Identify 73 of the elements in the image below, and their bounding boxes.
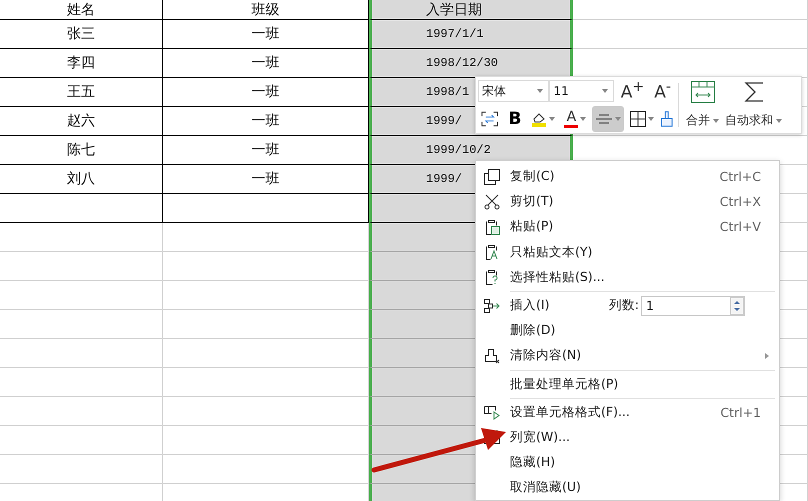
table-cell: 1998/12/30 bbox=[369, 49, 573, 78]
count-spinner[interactable]: 1 bbox=[641, 296, 745, 316]
caret-icon bbox=[537, 89, 544, 93]
insert-icon bbox=[484, 298, 500, 314]
menu-item[interactable]: 批量处理单元格(P) bbox=[476, 372, 779, 397]
menu-item[interactable]: 只粘贴文本(Y) bbox=[476, 240, 779, 265]
brush-icon[interactable] bbox=[660, 110, 674, 126]
eraser-icon bbox=[484, 348, 500, 364]
sigma-icon bbox=[744, 81, 764, 103]
caret-icon bbox=[549, 116, 556, 120]
table-cell: 张三 bbox=[0, 20, 163, 49]
caret-icon bbox=[648, 116, 654, 120]
clipboard-text-icon bbox=[484, 244, 500, 260]
table-cell: 李四 bbox=[0, 49, 163, 78]
caret-icon bbox=[713, 118, 719, 122]
menu-item-label: 批量处理单元格(P) bbox=[510, 376, 620, 393]
column-header: 姓名 bbox=[0, 0, 163, 20]
grow-font-button[interactable]: A$^{+}$ bbox=[618, 80, 648, 102]
menu-item[interactable]: 取消隐藏(U) bbox=[476, 475, 779, 500]
copy-icon bbox=[484, 168, 500, 185]
menu-item[interactable]: 删除(D) bbox=[476, 318, 779, 344]
column-header: 班级 bbox=[163, 0, 369, 20]
clipboard-icon bbox=[484, 218, 500, 235]
menu-item[interactable]: 隐藏(H) bbox=[476, 450, 779, 476]
menu-item-label: 设置单元格格式(F)... bbox=[510, 404, 631, 421]
menu-item[interactable]: 设置单元格格式(F)... Ctrl+1 bbox=[476, 400, 779, 425]
convert-icon[interactable] bbox=[481, 110, 498, 126]
shortcut-label: Ctrl+V bbox=[720, 219, 761, 234]
table-cell: 陈七 bbox=[0, 136, 163, 165]
menu-item[interactable]: 清除内容(N) bbox=[476, 343, 779, 368]
table-cell: 刘八 bbox=[0, 165, 163, 194]
bold-button[interactable]: B bbox=[504, 108, 526, 128]
shortcut-label: Ctrl+X bbox=[720, 194, 761, 210]
column-header: 入学日期 bbox=[369, 0, 573, 20]
table-cell: 王五 bbox=[0, 78, 163, 107]
clipboard-question-icon bbox=[484, 269, 500, 286]
menu-item-label: 剪切(T) bbox=[510, 193, 554, 210]
count-label: 列数: bbox=[608, 297, 639, 314]
menu-item[interactable]: 粘贴(P) Ctrl+V bbox=[476, 214, 779, 240]
menu-item[interactable]: 选择性粘贴(S)... bbox=[476, 264, 779, 290]
caret-icon bbox=[580, 116, 586, 120]
menu-item-label: 复制(C) bbox=[510, 168, 556, 186]
menu-item-label: 删除(D) bbox=[510, 322, 556, 340]
caret-icon bbox=[602, 89, 608, 93]
align-center-icon bbox=[595, 112, 614, 124]
font-size-dropdown[interactable]: 11 bbox=[549, 80, 614, 102]
menu-item-label: 粘贴(P) bbox=[510, 218, 554, 236]
menu-item-label: 只粘贴文本(Y) bbox=[510, 244, 594, 261]
menu-item[interactable]: 插入(I) bbox=[510, 297, 609, 314]
caret-icon bbox=[615, 116, 622, 120]
spinner-arrows-icon bbox=[730, 296, 744, 315]
shortcut-label: Ctrl+1 bbox=[720, 404, 761, 420]
shrink-font-button[interactable]: A$^{-}$ bbox=[651, 80, 674, 102]
autosum-button[interactable]: 自动求和 bbox=[722, 79, 785, 131]
table-cell: 1999/10/2 bbox=[369, 136, 573, 165]
submenu-arrow-icon bbox=[765, 352, 769, 359]
merge-cells-icon bbox=[690, 81, 714, 103]
font-dropdown[interactable]: 宋体 bbox=[478, 80, 550, 102]
grid-icon bbox=[630, 110, 646, 126]
menu-item-label: 取消隐藏(U) bbox=[510, 479, 582, 496]
format-cells-icon bbox=[484, 404, 500, 420]
menu-item-label: 选择性粘贴(S)... bbox=[510, 268, 606, 286]
scissors-icon bbox=[484, 194, 500, 210]
paint-bucket-icon bbox=[531, 110, 548, 126]
merge-button[interactable]: 合并 bbox=[683, 79, 722, 131]
menu-item-label: 隐藏(H) bbox=[510, 454, 556, 472]
menu-item-label: 列宽(W)... bbox=[510, 428, 572, 446]
align-center-button[interactable] bbox=[592, 106, 624, 132]
table-cell: 1997/1/1 bbox=[369, 20, 573, 49]
shortcut-label: Ctrl+C bbox=[720, 169, 761, 184]
caret-icon bbox=[776, 118, 782, 122]
menu-item-label: 清除内容(N) bbox=[510, 347, 582, 364]
table-cell: 赵六 bbox=[0, 107, 163, 136]
